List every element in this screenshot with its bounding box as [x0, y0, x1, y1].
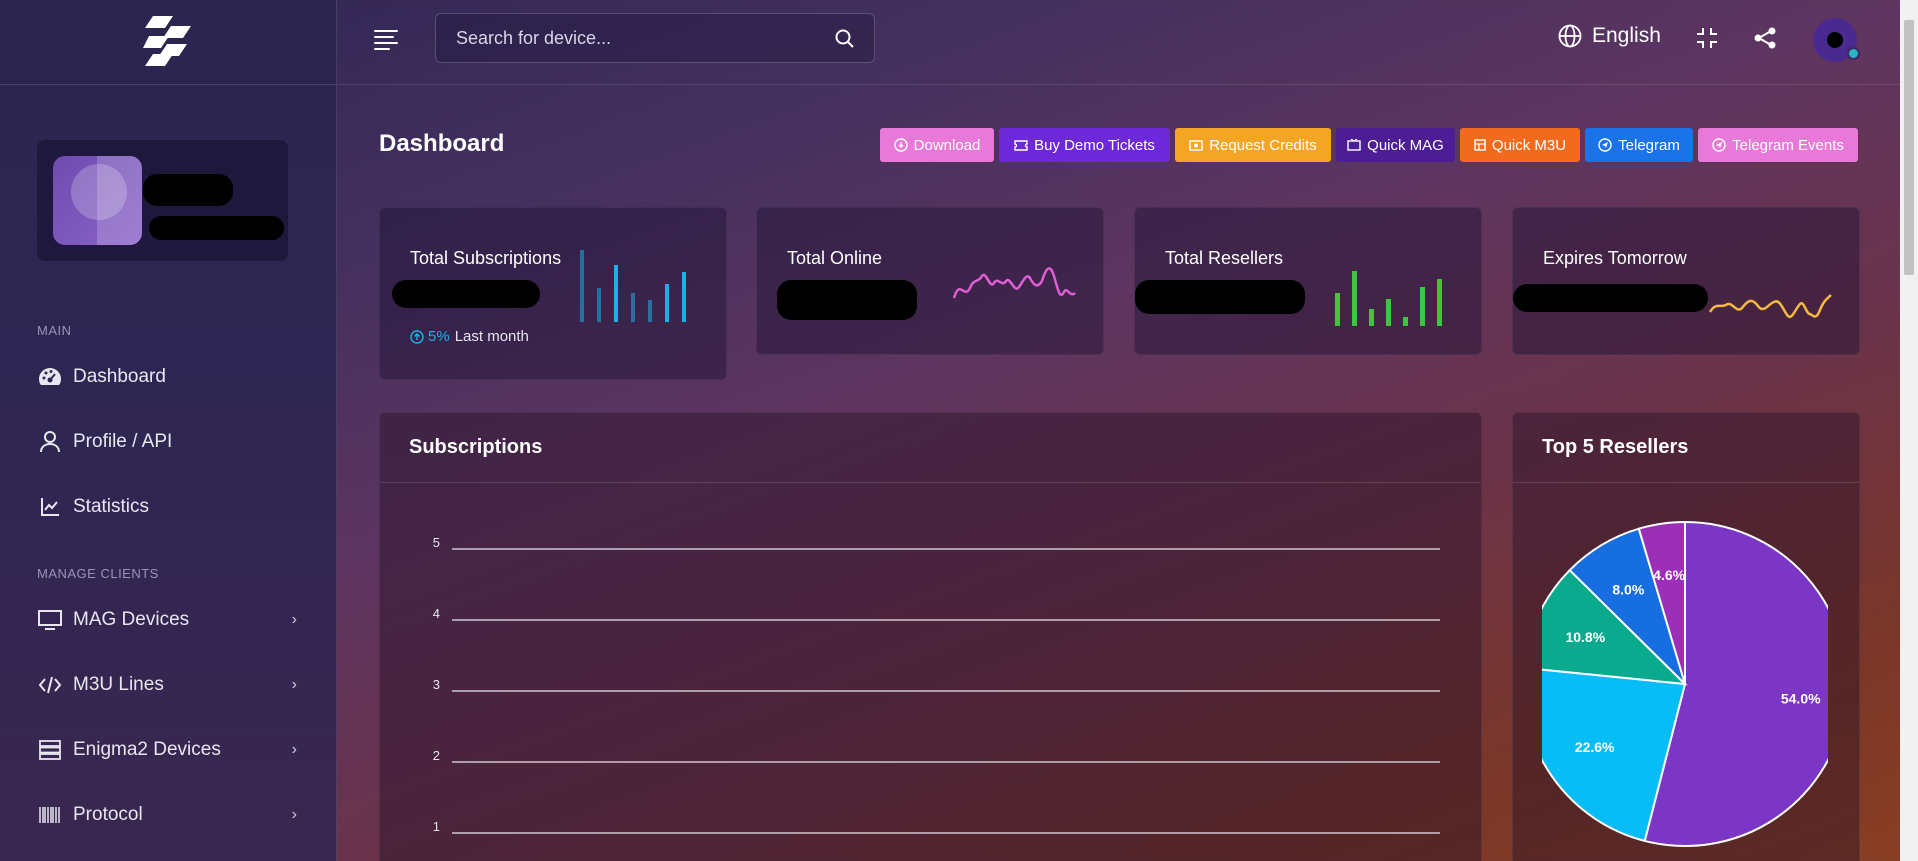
stat-card-total-online: Total Online: [756, 207, 1104, 355]
chart-line-icon: [37, 496, 63, 518]
section-label-manage-clients: MANAGE CLIENTS: [37, 566, 159, 581]
quick-mag-button[interactable]: Quick MAG: [1336, 128, 1455, 162]
y-tick-label: 4: [433, 606, 440, 621]
bar-sparkline: [1335, 271, 1442, 326]
scrollbar[interactable]: [1900, 0, 1918, 861]
redacted-value: [1513, 284, 1708, 312]
pie-slice-label: 54.0%: [1781, 691, 1821, 707]
user-icon: [37, 431, 63, 453]
topbar: English: [338, 0, 1900, 85]
user-card[interactable]: [37, 140, 288, 261]
line-sparkline: [952, 267, 1076, 299]
dashboard-icon: [37, 366, 63, 388]
chevron-right-icon: ›: [291, 806, 297, 823]
logo-icon: [143, 16, 191, 66]
download-button[interactable]: Download: [880, 128, 994, 162]
menu-toggle-icon[interactable]: [374, 30, 398, 50]
sidebar-item-label: MAG Devices: [73, 609, 190, 630]
panel-title: Subscriptions: [380, 413, 1481, 483]
sidebar-item-enigma2-devices[interactable]: Enigma2 Devices ›: [37, 730, 297, 770]
sidebar-item-label: Protocol: [73, 804, 143, 825]
share-icon[interactable]: [1753, 26, 1777, 55]
globe-icon: [1558, 24, 1582, 48]
stat-card-total-resellers: Total Resellers: [1134, 207, 1482, 355]
sidebar-item-statistics[interactable]: Statistics: [37, 487, 297, 527]
chevron-right-icon: ›: [291, 611, 297, 628]
server-icon: [37, 739, 63, 761]
language-label: English: [1592, 24, 1661, 47]
arrow-up-circle-icon: [410, 329, 424, 344]
trend: 5% Last month: [410, 328, 529, 345]
avatar[interactable]: [1813, 18, 1860, 62]
page-title: Dashboard: [379, 130, 505, 157]
sidebar-item-label: Profile / API: [73, 431, 173, 452]
barcode-icon: [37, 804, 63, 826]
section-label-main: MAIN: [37, 323, 72, 338]
telegram-icon: [1598, 138, 1612, 152]
code-icon: [37, 674, 63, 696]
top-resellers-pie-chart: 54.0% 22.6% 10.8% 8.0% 4.6%: [1542, 520, 1828, 847]
search-box: [435, 13, 875, 63]
redacted-role: [149, 216, 284, 240]
panel-title: Top 5 Resellers: [1513, 413, 1859, 483]
subscriptions-line-chart: 5 4 3 2 1: [433, 535, 1440, 834]
fullscreen-exit-icon[interactable]: [1695, 26, 1719, 55]
sidebar-item-dashboard[interactable]: Dashboard: [37, 357, 297, 397]
coins-icon: [1189, 140, 1203, 151]
stat-title: Expires Tomorrow: [1543, 248, 1687, 268]
pie-slice-label: 4.6%: [1653, 567, 1685, 583]
stat-title: Total Subscriptions: [410, 248, 562, 268]
pie-slice-label: 10.8%: [1565, 629, 1605, 645]
redacted-value: [392, 280, 540, 308]
online-status-dot: [1847, 47, 1860, 60]
line-sparkline: [1708, 294, 1832, 319]
pie-slice-label: 8.0%: [1612, 582, 1644, 598]
sidebar-item-label: M3U Lines: [73, 674, 164, 695]
chevron-right-icon: ›: [291, 676, 297, 693]
telegram-events-button[interactable]: Telegram Events: [1698, 128, 1858, 162]
y-tick-label: 5: [433, 535, 440, 550]
telegram-icon: [1712, 138, 1726, 152]
stat-title: Total Online: [787, 248, 883, 268]
top-resellers-panel: Top 5 Resellers 54.0% 22.6% 10.8% 8.0% 4.6%: [1512, 412, 1860, 861]
language-selector[interactable]: English: [1558, 24, 1661, 48]
y-tick-label: 3: [433, 677, 440, 692]
avatar: [53, 156, 142, 245]
stat-card-expires-tomorrow: Expires Tomorrow: [1512, 207, 1860, 355]
layout-icon: [1474, 139, 1486, 151]
sidebar-item-label: Dashboard: [73, 366, 166, 387]
y-tick-label: 1: [433, 819, 440, 834]
subscriptions-panel: Subscriptions 5 4 3 2 1: [379, 412, 1482, 861]
pie-slice-label: 22.6%: [1575, 739, 1615, 755]
buy-demo-tickets-button[interactable]: Buy Demo Tickets: [999, 128, 1170, 162]
sidebar-item-m3u-lines[interactable]: M3U Lines ›: [37, 665, 297, 705]
sidebar-item-label: Enigma2 Devices: [73, 739, 221, 760]
monitor-icon: [37, 609, 63, 631]
chevron-right-icon: ›: [291, 741, 297, 758]
y-tick-label: 2: [433, 748, 440, 763]
stat-title: Total Resellers: [1165, 248, 1284, 268]
sidebar-item-label: Statistics: [73, 496, 150, 517]
telegram-button[interactable]: Telegram: [1585, 128, 1693, 162]
redacted-value: [777, 280, 917, 320]
stat-card-total-subscriptions: Total Subscriptions 5% Last month: [379, 207, 727, 380]
search-icon[interactable]: [835, 29, 854, 53]
cloud-download-icon: [893, 138, 908, 152]
sidebar-item-protocol[interactable]: Protocol ›: [37, 795, 297, 835]
sidebar: MAIN Dashboard Profile / API Statistics …: [0, 0, 337, 861]
sidebar-item-mag-devices[interactable]: MAG Devices ›: [37, 600, 297, 640]
tv-icon: [1347, 139, 1361, 151]
bar-sparkline: [580, 250, 686, 322]
ticket-icon: [1014, 140, 1028, 151]
logo[interactable]: [0, 0, 336, 85]
search-input[interactable]: [436, 14, 874, 62]
sidebar-item-profile[interactable]: Profile / API: [37, 422, 297, 462]
quick-m3u-button[interactable]: Quick M3U: [1460, 128, 1580, 162]
request-credits-button[interactable]: Request Credits: [1175, 128, 1331, 162]
redacted-username: [143, 174, 233, 206]
redacted-value: [1135, 280, 1305, 314]
